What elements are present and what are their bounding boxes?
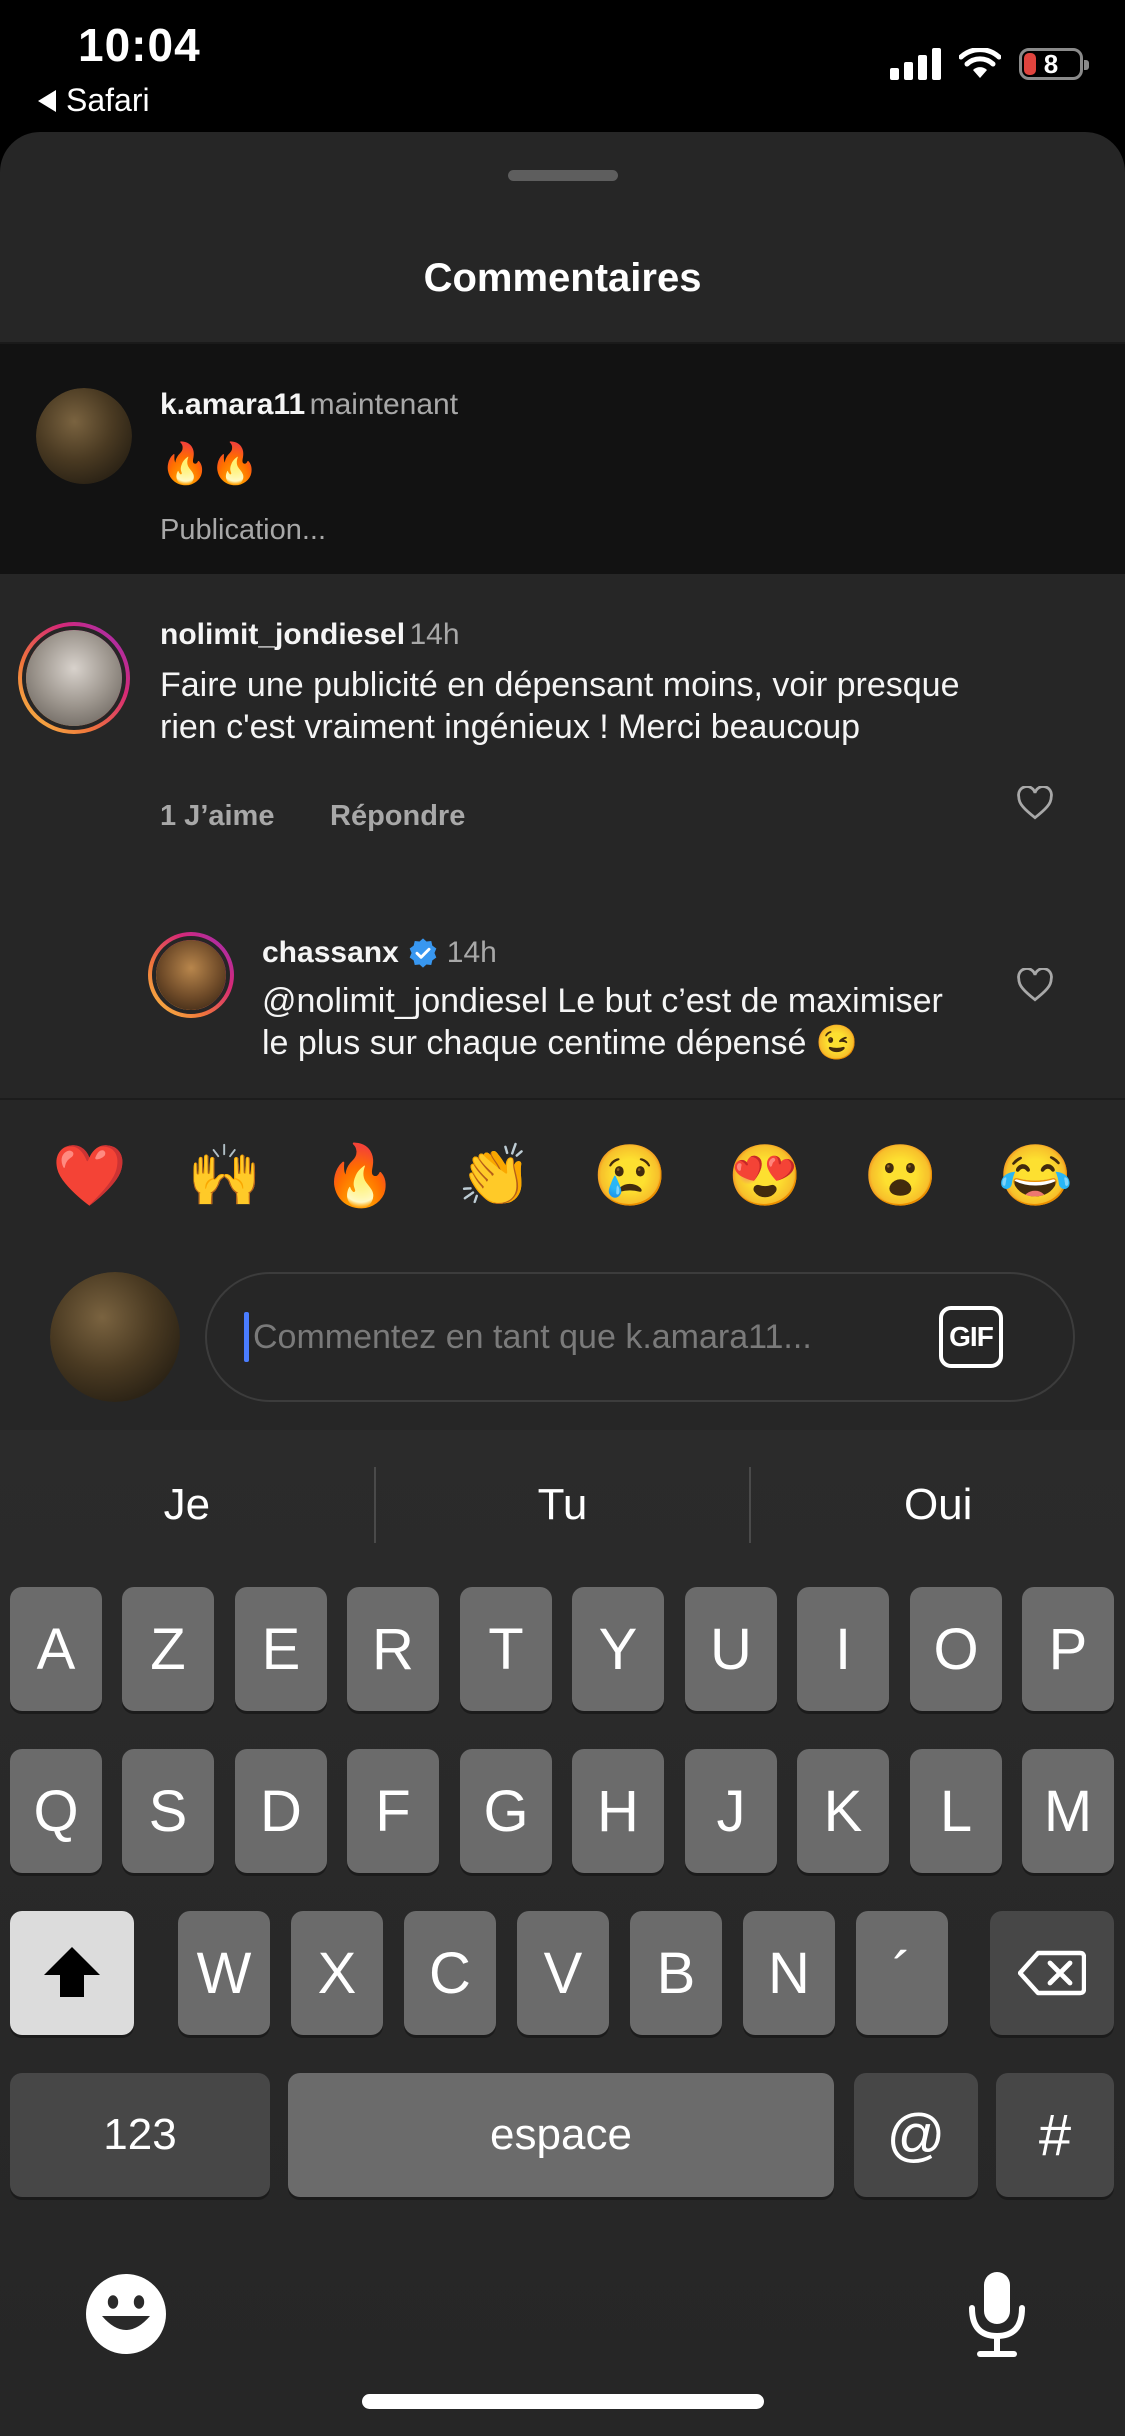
- posting-status: Publication...: [160, 514, 327, 546]
- emoji-clapping[interactable]: 👏: [450, 1140, 540, 1211]
- space-key[interactable]: espace: [288, 2073, 834, 2197]
- key[interactable]: O: [910, 1587, 1002, 1711]
- comment-username[interactable]: chassanx: [262, 936, 399, 970]
- comment-username[interactable]: nolimit_jondiesel: [160, 618, 405, 651]
- comment-header: nolimit_jondiesel 14h: [160, 618, 460, 652]
- comment-composer: Commentez en tant que k.amara11... GIF: [0, 1230, 1125, 1430]
- comment-input[interactable]: Commentez en tant que k.amara11... GIF: [205, 1272, 1075, 1402]
- key[interactable]: Q: [10, 1749, 102, 1873]
- shift-key[interactable]: [10, 1911, 134, 2035]
- back-arrow-icon: [38, 89, 56, 112]
- suggestion[interactable]: Tu: [376, 1480, 750, 1530]
- emoji-fire[interactable]: 🔥: [315, 1140, 405, 1211]
- comment-text: Faire une publicité en dépensant moins, …: [160, 666, 960, 746]
- suggestion[interactable]: Oui: [751, 1480, 1125, 1530]
- keyboard: Je Tu Oui A Z E R T Y U I O P Q S D F G …: [0, 1430, 1125, 2436]
- comment-time: 14h: [409, 618, 460, 651]
- key[interactable]: ´: [856, 1911, 948, 2035]
- key[interactable]: G: [460, 1749, 552, 1873]
- back-to-safari[interactable]: Safari: [38, 82, 150, 119]
- emoji-crying[interactable]: 😢: [585, 1140, 675, 1211]
- key[interactable]: I: [797, 1587, 889, 1711]
- key[interactable]: R: [347, 1587, 439, 1711]
- microphone-icon[interactable]: [964, 2268, 1030, 2360]
- key[interactable]: U: [685, 1587, 777, 1711]
- key[interactable]: Y: [572, 1587, 664, 1711]
- key[interactable]: A: [10, 1587, 102, 1711]
- comment-likes[interactable]: 1 J’aime: [160, 800, 274, 833]
- numbers-key[interactable]: 123: [10, 2073, 270, 2197]
- key[interactable]: C: [404, 1911, 496, 2035]
- key[interactable]: J: [685, 1749, 777, 1873]
- battery-level: 8: [1043, 48, 1059, 79]
- avatar[interactable]: [36, 388, 132, 484]
- key[interactable]: P: [1022, 1587, 1114, 1711]
- predictive-bar: Je Tu Oui: [0, 1430, 1125, 1580]
- story-avatar[interactable]: [148, 932, 234, 1018]
- status-indicators: 8: [890, 48, 1089, 80]
- comment-header: k.amara11 maintenant: [160, 388, 458, 422]
- reply-item: chassanx 14h @nolimit_jondiesel Le but c…: [0, 912, 1125, 1098]
- reply-button[interactable]: Répondre: [330, 800, 465, 833]
- status-time: 10:04: [78, 19, 201, 71]
- key[interactable]: F: [347, 1749, 439, 1873]
- story-avatar[interactable]: [18, 622, 130, 734]
- wifi-icon: [959, 48, 1001, 78]
- key[interactable]: W: [178, 1911, 270, 2035]
- avatar: [50, 1272, 180, 1402]
- key[interactable]: N: [743, 1911, 835, 2035]
- comment-text: 🔥🔥: [160, 442, 260, 486]
- status-bar: 10:04 Safari 8: [0, 0, 1125, 130]
- key[interactable]: E: [235, 1587, 327, 1711]
- pending-comment: k.amara11 maintenant 🔥🔥 Publication...: [0, 344, 1125, 574]
- back-app-label: Safari: [66, 82, 150, 118]
- shift-icon: [44, 1947, 100, 1997]
- sheet-title: Commentaires: [423, 256, 702, 300]
- emoji-heart-eyes[interactable]: 😍: [720, 1140, 810, 1211]
- gif-button[interactable]: GIF: [939, 1306, 1003, 1368]
- key[interactable]: V: [517, 1911, 609, 2035]
- sheet-grabber[interactable]: [508, 170, 618, 181]
- emoji-raised-hands[interactable]: 🙌: [180, 1140, 270, 1211]
- key[interactable]: D: [235, 1749, 327, 1873]
- emoji-heart[interactable]: ❤️: [45, 1140, 135, 1211]
- key[interactable]: M: [1022, 1749, 1114, 1873]
- delete-key[interactable]: [990, 1911, 1114, 2035]
- emoji-laughing[interactable]: 😂: [990, 1140, 1080, 1211]
- emoji-surprised[interactable]: 😮: [855, 1140, 945, 1211]
- key[interactable]: Z: [122, 1587, 214, 1711]
- comment-item: nolimit_jondiesel 14h Faire une publicit…: [0, 574, 1125, 844]
- comment-username[interactable]: k.amara11: [160, 388, 305, 421]
- battery-icon: 8: [1019, 48, 1089, 80]
- at-key[interactable]: @: [854, 2073, 978, 2197]
- emoji-keyboard-icon[interactable]: [84, 2272, 168, 2356]
- key[interactable]: T: [460, 1587, 552, 1711]
- home-indicator[interactable]: [362, 2394, 764, 2409]
- key[interactable]: B: [630, 1911, 722, 2035]
- heart-icon[interactable]: [1016, 786, 1054, 820]
- key[interactable]: X: [291, 1911, 383, 2035]
- text-caret: [244, 1312, 249, 1362]
- hash-key[interactable]: #: [996, 2073, 1114, 2197]
- heart-icon[interactable]: [1016, 968, 1054, 1002]
- comment-input-placeholder: Commentez en tant que k.amara11...: [253, 1318, 812, 1356]
- key[interactable]: S: [122, 1749, 214, 1873]
- key[interactable]: K: [797, 1749, 889, 1873]
- backspace-icon: [1018, 1950, 1086, 1996]
- comment-time: 14h: [446, 936, 497, 969]
- key[interactable]: L: [910, 1749, 1002, 1873]
- comment-time: maintenant: [309, 388, 459, 421]
- verified-badge-icon: [409, 938, 437, 968]
- key[interactable]: H: [572, 1749, 664, 1873]
- cellular-signal-icon: [890, 48, 941, 80]
- comment-text: @nolimit_jondiesel Le but c’est de maxim…: [262, 982, 943, 1062]
- emoji-quick-bar: ❤️ 🙌 🔥 👏 😢 😍 😮 😂: [0, 1100, 1125, 1250]
- comment-header: chassanx 14h: [262, 936, 497, 970]
- suggestion[interactable]: Je: [0, 1480, 374, 1530]
